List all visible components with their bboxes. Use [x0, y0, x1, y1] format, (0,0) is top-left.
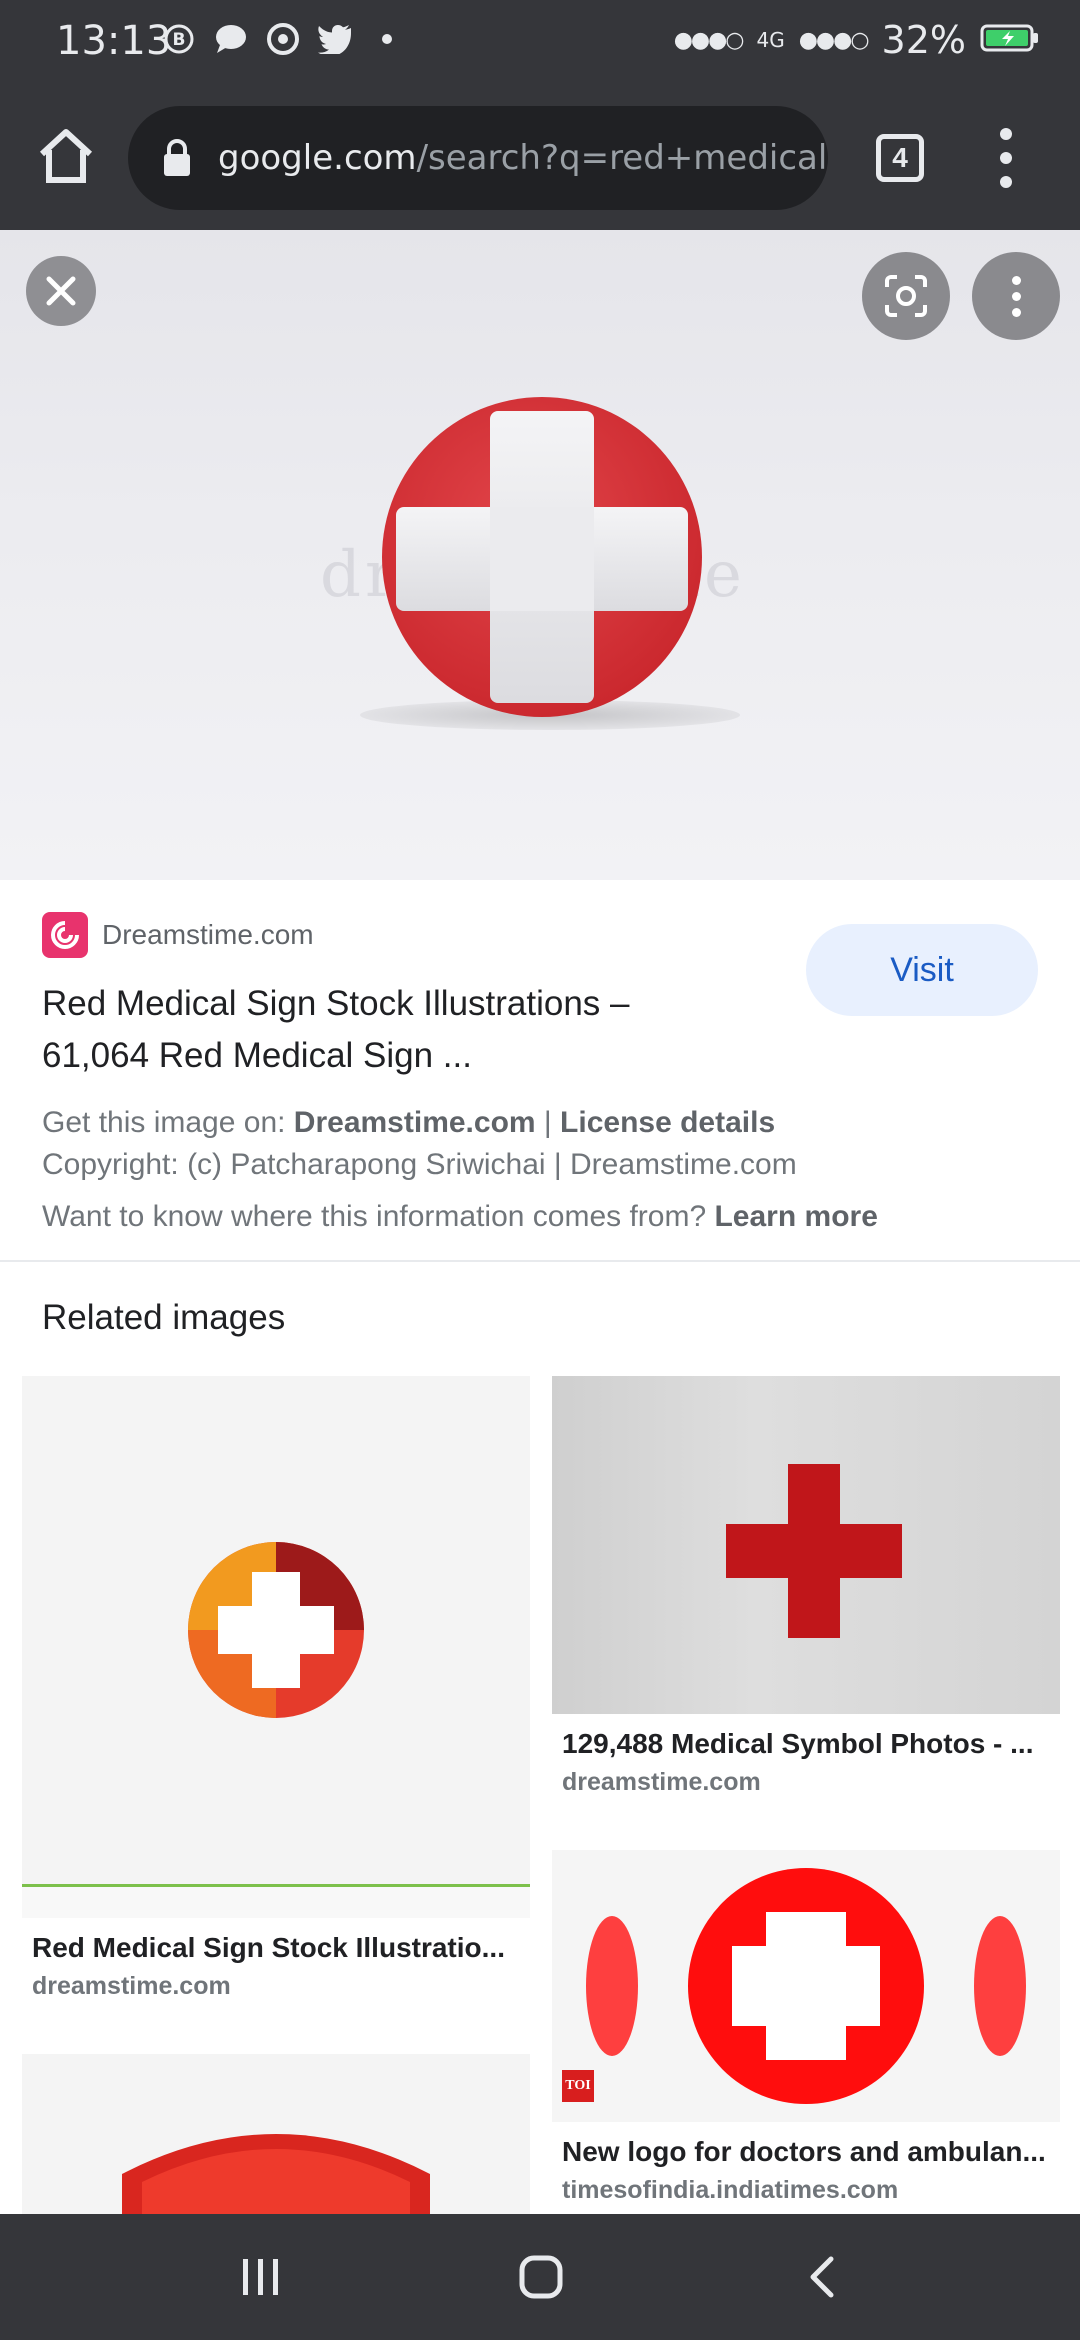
related-thumbnail [22, 2054, 530, 2214]
chrome-icon [266, 22, 300, 56]
toi-logo-icon: TOI [562, 2070, 594, 2102]
related-image-card[interactable]: Red Medical Sign Stock Illustratio... dr… [22, 1376, 530, 2001]
dot-icon [370, 22, 404, 56]
visit-button[interactable]: Visit [806, 924, 1038, 1016]
related-title: New logo for doctors and ambulan... [562, 2136, 1046, 2167]
related-title: 129,488 Medical Symbol Photos - ... [562, 1728, 1034, 1759]
related-thumbnail [552, 1376, 1060, 1714]
url-path: /search?q=red+medical+symb [416, 138, 828, 178]
image-more-icon[interactable] [972, 252, 1060, 340]
home-nav-icon[interactable] [508, 2244, 574, 2310]
result-title-line1: Red Medical Sign Stock Illustrations – [42, 984, 630, 1023]
notification-icons: B [162, 22, 404, 56]
related-image-card[interactable]: TOI New logo for doctors and ambulan... … [552, 1850, 1060, 2205]
related-image-card[interactable]: 129,488 Medical Symbol Photos - ... drea… [552, 1376, 1060, 1797]
separator: | [535, 1106, 561, 1139]
status-time: 13:13 [56, 18, 172, 64]
download-strip [22, 1884, 530, 1918]
network-type: 4G [756, 28, 785, 52]
tabs-icon[interactable]: 4 [876, 134, 924, 182]
address-bar[interactable]: google.com/search?q=red+medical+symb [128, 106, 828, 210]
result-info: Dreamstime.com Visit Red Medical Sign St… [0, 880, 1080, 1260]
info-question: Want to know where this information come… [42, 1200, 715, 1233]
recent-apps-icon[interactable] [228, 2244, 294, 2310]
copyright-line: Copyright: (c) Patcharapong Sriwichai | … [42, 1148, 797, 1181]
result-title-line2: 61,064 Red Medical Sign ... [42, 1036, 472, 1075]
image-preview[interactable]: dreamstime [0, 230, 1080, 880]
site-name: Dreamstime.com [102, 919, 314, 950]
info-line: Want to know where this information come… [42, 1196, 878, 1238]
license-details-link[interactable]: License details [560, 1106, 775, 1139]
related-thumbnail [22, 1376, 530, 1918]
lock-icon [164, 139, 190, 176]
get-image-line: Get this image on: Dreamstime.com | Lice… [42, 1102, 878, 1144]
related-source: timesofindia.indiatimes.com [562, 2176, 899, 2204]
red-circle-cross [586, 1868, 1026, 2104]
lens-icon[interactable] [862, 252, 950, 340]
painted-red-cross [726, 1464, 902, 1638]
message-icon [214, 22, 248, 56]
related-title: Red Medical Sign Stock Illustratio... [32, 1932, 505, 1963]
signal-icon-2: ●●●○ [798, 27, 870, 53]
url-text: google.com/search?q=red+medical+symb [218, 138, 828, 178]
system-nav-bar [0, 2214, 1080, 2340]
dreamstime-logo-icon [42, 912, 88, 958]
site-row[interactable]: Dreamstime.com [42, 912, 314, 958]
svg-text:B: B [173, 30, 186, 50]
close-icon[interactable] [26, 256, 96, 326]
get-image-site-link[interactable]: Dreamstime.com [294, 1106, 536, 1139]
related-thumbnail: TOI [552, 1850, 1060, 2122]
red-shield-image [122, 2134, 430, 2214]
related-images-heading: Related images [42, 1298, 286, 1337]
status-right: ●●●○ 4G ●●●○ 32% [674, 18, 1040, 62]
back-icon[interactable] [790, 2244, 856, 2310]
learn-more-link[interactable]: Learn more [714, 1200, 877, 1233]
related-source: dreamstime.com [32, 1972, 231, 2000]
home-icon[interactable] [34, 124, 98, 188]
status-bar: 13:13 B ●●●○ 4G ●●●○ 32% [0, 0, 1080, 84]
result-meta: Get this image on: Dreamstime.com | Lice… [42, 1102, 878, 1238]
b-app-icon: B [162, 22, 196, 56]
related-source: dreamstime.com [562, 1768, 761, 1796]
url-domain: google.com [218, 138, 417, 178]
result-title[interactable]: Red Medical Sign Stock Illustrations – 6… [42, 978, 742, 1082]
twitter-icon [318, 22, 352, 56]
red-cross-image [382, 397, 702, 717]
signal-icon: ●●●○ [673, 27, 745, 53]
get-image-prefix: Get this image on: [42, 1106, 294, 1139]
divider [0, 1260, 1080, 1262]
browser-toolbar: google.com/search?q=red+medical+symb 4 [0, 84, 1080, 230]
related-image-card[interactable] [22, 2054, 530, 2214]
overflow-menu-icon[interactable] [996, 128, 1016, 188]
orange-cross-logo [188, 1542, 364, 1718]
battery-percent: 32% [881, 18, 966, 62]
battery-icon [980, 18, 1040, 62]
